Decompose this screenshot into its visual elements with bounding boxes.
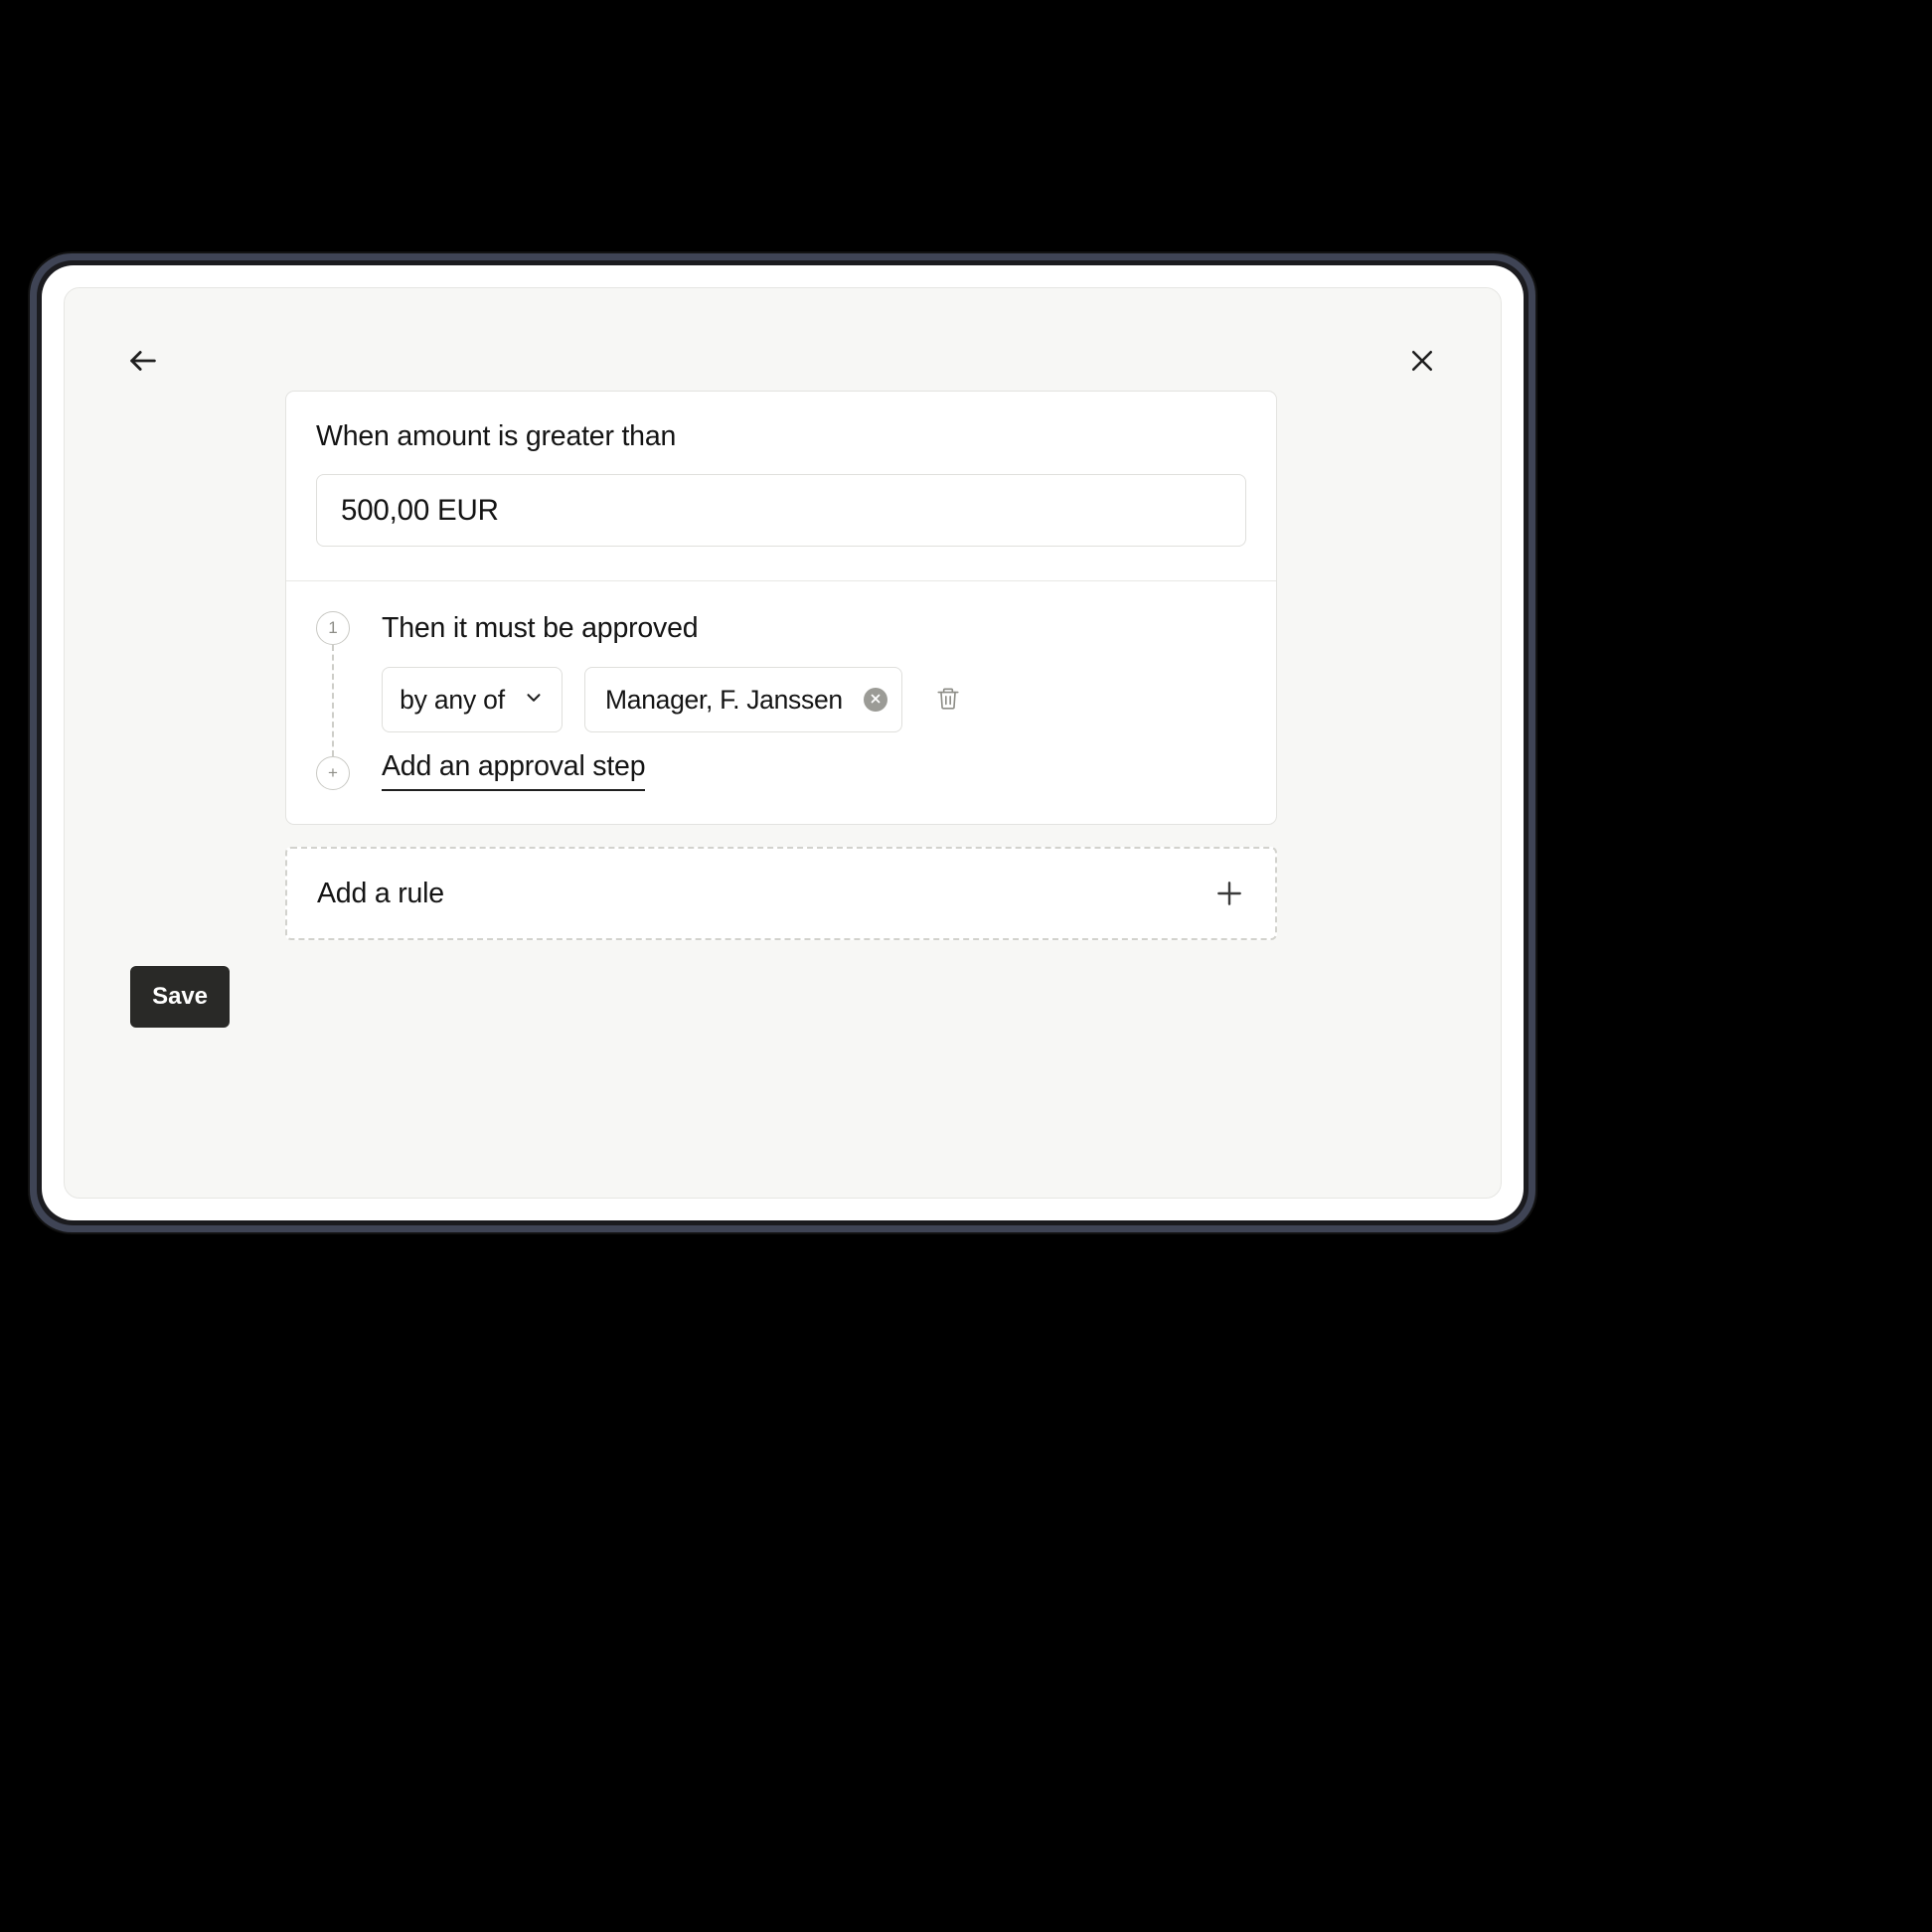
trash-icon <box>935 686 961 715</box>
then-body: Then it must be approved by any of Manag… <box>382 611 1246 791</box>
approval-mode-label: by any of <box>400 684 505 715</box>
add-approval-step-row[interactable]: Add an approval step <box>382 752 1246 791</box>
close-circle-icon <box>869 692 883 709</box>
step-rail: 1 + <box>316 611 350 791</box>
plus-icon <box>1213 878 1245 909</box>
arrow-left-icon <box>126 344 160 378</box>
when-condition-section: When amount is greater than 500,00 EUR <box>286 392 1276 582</box>
then-approval-heading: Then it must be approved <box>382 612 699 645</box>
device-bezel: When amount is greater than 500,00 EUR 1… <box>37 260 1529 1225</box>
approver-value: Manager, F. Janssen <box>605 684 843 715</box>
device-frame: When amount is greater than 500,00 EUR 1… <box>30 253 1535 1232</box>
close-button[interactable] <box>1399 338 1445 384</box>
add-approval-step-label[interactable]: Add an approval step <box>382 752 646 791</box>
amount-input[interactable]: 500,00 EUR <box>316 474 1246 548</box>
rule-card: When amount is greater than 500,00 EUR 1… <box>285 391 1277 826</box>
device-screen: When amount is greater than 500,00 EUR 1… <box>42 265 1524 1220</box>
clear-approver-button[interactable] <box>864 688 887 713</box>
chevron-down-icon <box>523 687 545 714</box>
save-button[interactable]: Save <box>130 966 230 1029</box>
approval-mode-select[interactable]: by any of <box>382 667 563 733</box>
app-panel: When amount is greater than 500,00 EUR 1… <box>64 287 1502 1199</box>
footer-actions: Save <box>65 940 1277 1029</box>
step-connector-line <box>332 645 334 757</box>
add-rule-label: Add a rule <box>317 877 444 909</box>
content-column: When amount is greater than 500,00 EUR 1… <box>130 391 1277 1029</box>
add-rule-button[interactable]: Add a rule <box>285 847 1277 941</box>
then-approval-section: 1 + Then it must be approved by any of M… <box>286 581 1276 824</box>
top-bar <box>65 288 1501 407</box>
back-button[interactable] <box>120 338 166 384</box>
approver-field[interactable]: Manager, F. Janssen <box>584 667 902 733</box>
approver-row: by any of Manager, F. Janssen <box>382 667 1246 733</box>
step-number-badge: 1 <box>316 611 350 646</box>
add-approval-step-badge[interactable]: + <box>316 756 350 791</box>
delete-step-button[interactable] <box>930 682 966 718</box>
close-icon <box>1407 346 1437 376</box>
when-condition-label: When amount is greater than <box>316 420 677 452</box>
